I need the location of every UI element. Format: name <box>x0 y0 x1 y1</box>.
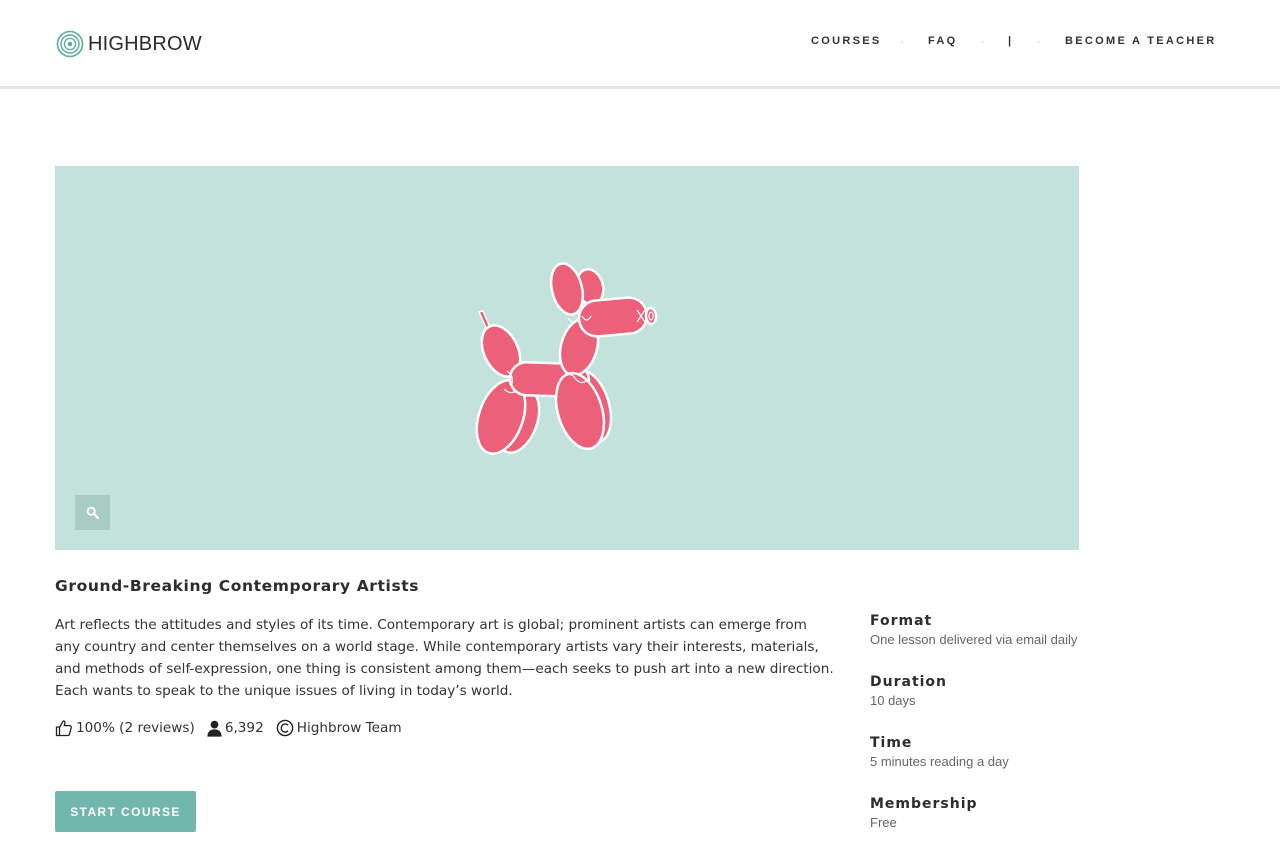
students-group: 6,392 <box>207 720 264 737</box>
info-label: Format <box>870 613 933 629</box>
info-membership: Membership Free <box>870 796 1200 857</box>
info-label: Time <box>870 735 913 751</box>
course-hero-image <box>55 166 1079 550</box>
nav-courses[interactable]: COURSES <box>811 35 882 47</box>
rating-group: 100% (2 reviews) <box>55 719 195 737</box>
info-label: Membership <box>870 796 978 812</box>
course-meta: 100% (2 reviews) 6,392 Highbrow Team <box>55 718 402 738</box>
nav-separator: | <box>1008 35 1014 47</box>
copyright-icon <box>276 719 294 737</box>
nav-divider <box>1038 41 1040 43</box>
search-icon <box>86 506 99 519</box>
author-name: Highbrow Team <box>296 720 402 736</box>
info-value: One lesson delivered via email daily <box>870 632 1078 647</box>
info-duration: Duration 10 days <box>870 674 1200 735</box>
rating-text: 100% (2 reviews) <box>76 720 195 736</box>
zoom-button[interactable] <box>75 495 110 530</box>
nav-divider <box>901 41 903 43</box>
user-icon <box>207 720 222 737</box>
thumbs-up-icon <box>55 720 72 737</box>
info-value: 5 minutes reading a day <box>870 754 1009 769</box>
info-value: Free <box>870 815 897 830</box>
balloon-dog-illustration <box>475 262 658 455</box>
start-course-button[interactable]: START COURSE <box>55 791 196 832</box>
info-time: Time 5 minutes reading a day <box>870 735 1200 796</box>
site-header: HIGHBROW COURSES FAQ | BECOME A TEACHER <box>0 0 1280 89</box>
nav-divider <box>982 41 984 43</box>
nav-become-teacher[interactable]: BECOME A TEACHER <box>1065 35 1217 47</box>
info-value: 10 days <box>870 693 916 708</box>
nav-faq[interactable]: FAQ <box>928 35 958 47</box>
course-description: Art reflects the attitudes and styles of… <box>55 617 834 699</box>
students-count: 6,392 <box>224 720 264 736</box>
course-title: Ground-Breaking Contemporary Artists <box>55 577 420 595</box>
info-label: Duration <box>870 674 948 690</box>
info-format: Format One lesson delivered via email da… <box>870 613 1200 674</box>
main-nav: COURSES FAQ | BECOME A TEACHER <box>0 35 1280 49</box>
author-group: Highbrow Team <box>276 719 402 737</box>
course-info: Format One lesson delivered via email da… <box>870 613 1200 857</box>
